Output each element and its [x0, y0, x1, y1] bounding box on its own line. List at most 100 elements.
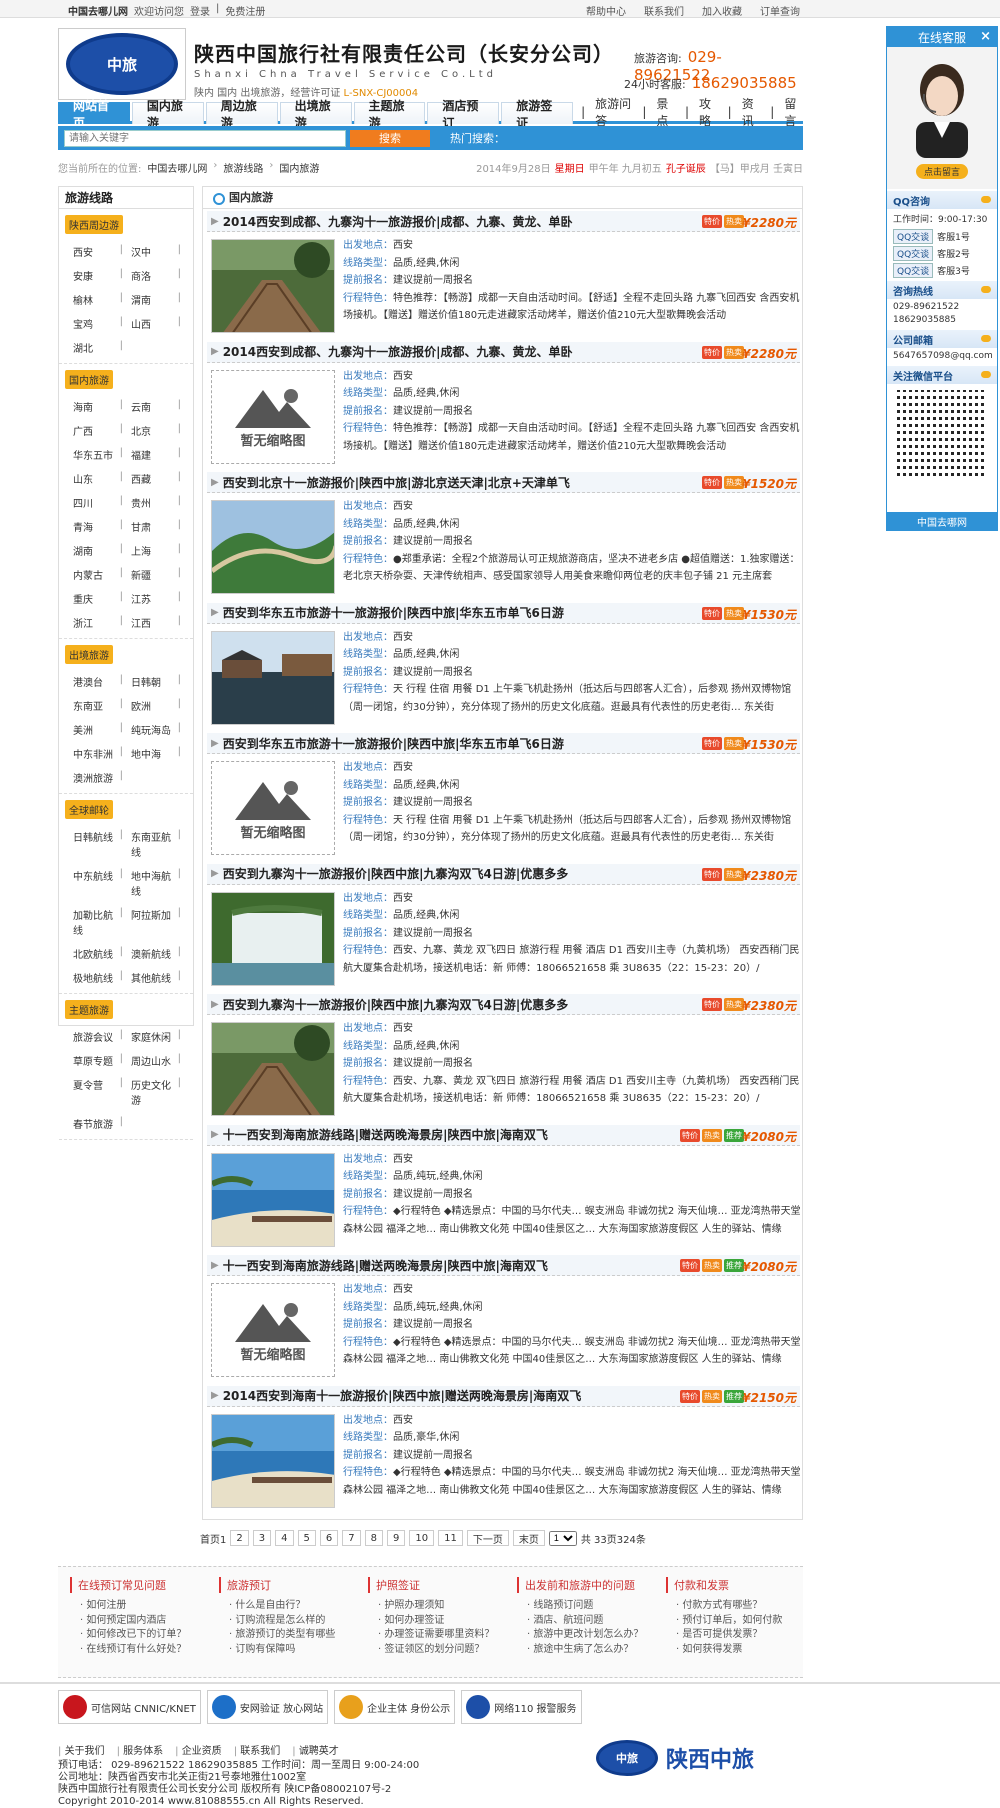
- favorite-link[interactable]: 加入收藏: [702, 3, 742, 18]
- pager-page[interactable]: 10: [409, 1530, 435, 1546]
- sidebar-item[interactable]: 江苏: [131, 591, 189, 606]
- sidebar-group-title[interactable]: 出境旅游: [65, 645, 113, 664]
- sidebar-item[interactable]: 西安: [73, 244, 131, 259]
- qq-chat-button[interactable]: QQ交谈: [893, 229, 934, 244]
- tour-title[interactable]: 2014西安到成都、九寨沟十一旅游报价|成都、九寨、黄龙、单卧: [223, 343, 573, 360]
- leave-message-button[interactable]: 点击留言: [915, 163, 968, 179]
- faq-link[interactable]: · 预付订单后，如何付款: [666, 1614, 803, 1629]
- nav-sub-link-3[interactable]: 资讯: [742, 95, 761, 129]
- sidebar-item[interactable]: 贵州: [131, 495, 189, 510]
- nav-tab-2[interactable]: 周边旅游: [205, 99, 278, 130]
- tour-title[interactable]: 西安到九寨沟十一旅游报价|陕西中旅|九寨沟双飞4日游|优惠多多: [223, 996, 569, 1013]
- tour-title[interactable]: 西安到华东五市旅游十一旅游报价|陕西中旅|华东五市单飞6日游: [223, 735, 564, 752]
- sidebar-item[interactable]: 汉中: [131, 244, 189, 259]
- sidebar-item[interactable]: 甘肃: [131, 519, 189, 534]
- pager-page[interactable]: 4: [275, 1530, 294, 1546]
- tour-title[interactable]: 西安到九寨沟十一旅游报价|陕西中旅|九寨沟双飞4日游|优惠多多: [223, 865, 569, 882]
- trust-badge[interactable]: 安网验证 放心网站: [206, 1690, 329, 1724]
- sidebar-item[interactable]: 重庆: [73, 591, 131, 606]
- tour-thumbnail[interactable]: [211, 500, 335, 594]
- faq-link[interactable]: · 订购流程是怎么样的: [219, 1614, 356, 1629]
- tour-title[interactable]: 西安到北京十一旅游报价|陕西中旅|游北京送天津|北京+天津单飞: [223, 474, 570, 491]
- sidebar-item[interactable]: 历史文化游: [131, 1077, 189, 1107]
- qq-chat-button[interactable]: QQ交谈: [893, 263, 934, 278]
- sidebar-item[interactable]: 商洛: [131, 268, 189, 283]
- tour-title[interactable]: 2014西安到海南十一旅游报价|陕西中旅|赠送两晚海景房|海南双飞: [223, 1387, 582, 1404]
- sidebar-item[interactable]: 加勒比航线: [73, 907, 131, 937]
- sidebar-item[interactable]: 上海: [131, 543, 189, 558]
- tour-thumbnail[interactable]: [211, 1413, 335, 1508]
- nav-sub-link-1[interactable]: 景点: [656, 95, 675, 129]
- faq-link[interactable]: · 酒店、航班问题: [517, 1614, 654, 1629]
- sidebar-item[interactable]: 地中海: [131, 746, 189, 761]
- sidebar-item[interactable]: 中东航线: [73, 868, 131, 898]
- sidebar-item[interactable]: 浙江: [73, 615, 131, 630]
- faq-link[interactable]: · 旅游中更改计划怎么办？: [517, 1628, 654, 1643]
- faq-link[interactable]: · 线路预订问题: [517, 1599, 654, 1614]
- tour-title[interactable]: 十一西安到海南旅游线路|赠送两晚海景房|陕西中旅|海南双飞: [223, 1126, 548, 1143]
- login-link[interactable]: 登录: [190, 3, 210, 18]
- sidebar-item[interactable]: 中东非洲: [73, 746, 131, 761]
- tour-thumbnail[interactable]: [211, 891, 335, 986]
- sidebar-item[interactable]: 家庭休闲: [131, 1029, 189, 1044]
- nav-tab-6[interactable]: 旅游签证: [501, 99, 574, 130]
- sidebar-item[interactable]: 日韩朝: [131, 674, 189, 689]
- breadcrumb-home[interactable]: 中国去哪儿网: [147, 160, 207, 175]
- sidebar-item[interactable]: 福建: [131, 447, 189, 462]
- sidebar-item[interactable]: 极地航线: [73, 970, 131, 985]
- sidebar-item[interactable]: 澳洲旅游: [73, 770, 131, 785]
- nav-sub-link-2[interactable]: 攻略: [699, 95, 718, 129]
- pager-page[interactable]: 2: [230, 1530, 249, 1546]
- trust-badge[interactable]: 可信网站 CNNIC/KNET: [58, 1690, 201, 1724]
- pager-select[interactable]: 1: [548, 1530, 577, 1546]
- tour-thumbnail[interactable]: [211, 630, 335, 725]
- contact-link[interactable]: 联系我们: [644, 3, 684, 18]
- order-query-link[interactable]: 订单查询: [760, 3, 800, 18]
- sidebar-item[interactable]: 夏令营: [73, 1077, 131, 1107]
- faq-link[interactable]: · 旅游预订的类型有哪些: [219, 1628, 356, 1643]
- sidebar-item[interactable]: 海南: [73, 399, 131, 414]
- sidebar-item[interactable]: 云南: [131, 399, 189, 414]
- sidebar-item[interactable]: 春节旅游: [73, 1116, 131, 1131]
- trust-badge[interactable]: 企业主体 身份公示: [334, 1690, 456, 1724]
- faq-link[interactable]: · 护照办理须知: [368, 1599, 505, 1614]
- search-button[interactable]: 搜索: [350, 129, 430, 147]
- sidebar-item[interactable]: 周边山水: [131, 1053, 189, 1068]
- sidebar-item[interactable]: 澳新航线: [131, 946, 189, 961]
- pager-page[interactable]: 9: [387, 1530, 406, 1546]
- nav-tab-3[interactable]: 出境旅游: [279, 99, 352, 130]
- nav-tab-5[interactable]: 酒店预订: [427, 99, 500, 130]
- sidebar-item[interactable]: 东南亚航线: [131, 829, 189, 859]
- footer-link[interactable]: 服务体系: [117, 1742, 163, 1757]
- faq-link[interactable]: · 如何获得发票: [666, 1643, 803, 1658]
- sidebar-item[interactable]: 渭南: [131, 292, 189, 307]
- faq-link[interactable]: · 如何修改已下的订单？: [70, 1628, 207, 1643]
- sidebar-item[interactable]: 湖北: [73, 340, 131, 355]
- qq-chat-button[interactable]: QQ交谈: [893, 246, 934, 261]
- sidebar-item[interactable]: 内蒙古: [73, 567, 131, 582]
- sidebar-item[interactable]: 新疆: [131, 567, 189, 582]
- sidebar-item[interactable]: 其他航线: [131, 970, 189, 985]
- tour-thumbnail[interactable]: [211, 239, 335, 333]
- tour-thumbnail[interactable]: 暂无缩略图: [211, 369, 335, 464]
- footer-link[interactable]: 联系我们: [234, 1742, 280, 1757]
- sidebar-group-title[interactable]: 陕西周边游: [65, 215, 123, 234]
- sidebar-item[interactable]: 纯玩海岛: [131, 722, 189, 737]
- sidebar-item[interactable]: 地中海航线: [131, 868, 189, 898]
- pager-page[interactable]: 5: [297, 1530, 316, 1546]
- sidebar-item[interactable]: 华东五市: [73, 447, 131, 462]
- sidebar-group-title[interactable]: 主题旅游: [65, 1000, 113, 1019]
- sidebar-item[interactable]: 青海: [73, 519, 131, 534]
- sidebar-item[interactable]: 四川: [73, 495, 131, 510]
- help-link[interactable]: 帮助中心: [586, 3, 626, 18]
- faq-link[interactable]: · 如何预定国内酒店: [70, 1614, 207, 1629]
- sidebar-item[interactable]: 东南亚: [73, 698, 131, 713]
- pager-next[interactable]: 下一页: [466, 1530, 509, 1546]
- faq-link[interactable]: · 是否可提供发票？: [666, 1628, 803, 1643]
- service-mail[interactable]: 5647657098@qq.com: [887, 348, 997, 364]
- sidebar-item[interactable]: 旅游会议: [73, 1029, 131, 1044]
- pager-last[interactable]: 末页: [512, 1530, 545, 1546]
- nav-tab-0[interactable]: 网站首页: [58, 99, 130, 130]
- pager-page[interactable]: 3: [252, 1530, 272, 1546]
- sidebar-group-title[interactable]: 全球邮轮: [65, 800, 113, 819]
